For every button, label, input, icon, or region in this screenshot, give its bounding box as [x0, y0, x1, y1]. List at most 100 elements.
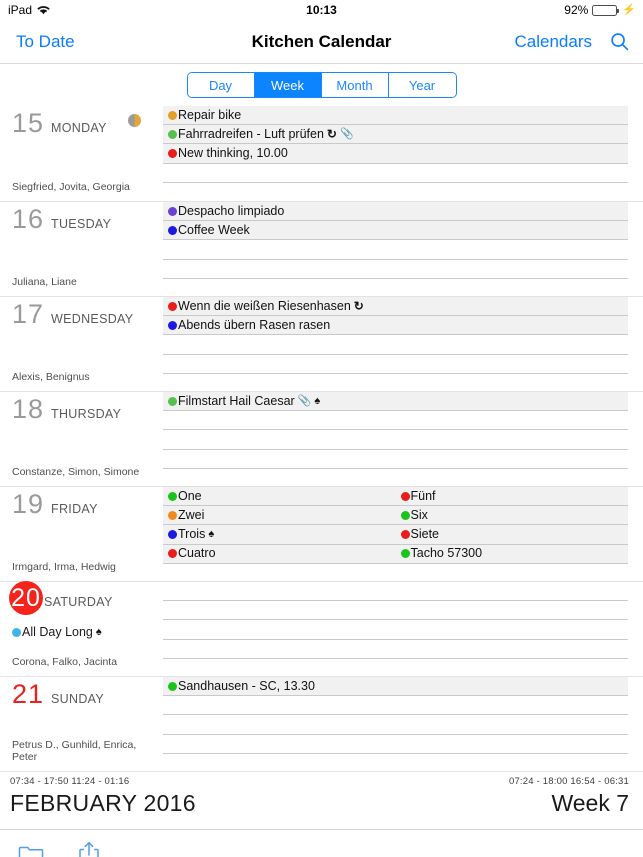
event-title: Repair bike [178, 107, 242, 122]
day-name: FRIDAY [51, 502, 98, 516]
event-row [163, 183, 628, 201]
event-cell [163, 659, 628, 677]
day-header-friday[interactable]: 19 FRIDAY Irmgard, Irma, Hedwig [0, 487, 163, 581]
folder-icon[interactable] [18, 840, 44, 857]
event-cell[interactable]: Despacho limpiado [163, 202, 628, 220]
day-header-saturday[interactable]: 20 SATURDAY All Day Long ♠ Corona, Falko, Ja… [0, 581, 163, 676]
day-header-monday[interactable]: 15 MONDAY Siegfried, Jovita, Georgia [0, 106, 163, 201]
event-cell [163, 450, 628, 468]
event-row[interactable]: Abends übern Rasen rasen [163, 316, 628, 336]
event-color-dot [168, 301, 177, 311]
event-color-dot [400, 510, 410, 520]
event-row[interactable]: Coffee Week [163, 221, 628, 241]
event-cell[interactable]: Filmstart Hail Caesar 📎 ♠ [163, 392, 628, 410]
all-day-event[interactable]: All Day Long ♠ [12, 626, 102, 639]
event-row [163, 240, 628, 260]
view-option-week[interactable]: Week [254, 73, 322, 97]
day-header-tuesday[interactable]: 16 TUESDAY Juliana, Liane [0, 202, 163, 296]
event-row [163, 564, 628, 582]
week-grid: 15 MONDAY Siegfried, Jovita, Georgia Repair… [0, 106, 643, 771]
event-row[interactable]: Zwei Six [163, 506, 629, 526]
view-option-year[interactable]: Year [388, 73, 456, 97]
event-title: Coffee Week [178, 223, 250, 238]
event-row[interactable]: Fahrradreifen - Luft prüfen ↻ 📎 [163, 125, 628, 145]
event-row[interactable]: Filmstart Hail Caesar 📎 ♠ [163, 392, 628, 412]
event-cell[interactable]: New thinking, 10.00 [163, 144, 628, 162]
battery-icon [592, 4, 620, 16]
day-events: Despacho limpiado Coffee Week [163, 202, 643, 296]
week-number-label: Week 7 [551, 790, 629, 816]
day-header-wednesday[interactable]: 17 WEDNESDAY Alexis, Benignus [0, 297, 163, 391]
event-cell[interactable]: Tacho 57300 [396, 545, 629, 563]
view-option-month[interactable]: Month [321, 73, 389, 97]
event-cell[interactable]: Cuatro [163, 545, 396, 563]
event-row [163, 754, 628, 772]
event-title: New thinking, 10.00 [178, 146, 288, 161]
day-number: 15 [12, 108, 45, 138]
search-icon[interactable] [610, 32, 629, 51]
event-cell[interactable]: Repair bike [163, 106, 628, 124]
event-cell[interactable]: Coffee Week [163, 221, 628, 239]
view-selector[interactable]: Day Week Month Year [186, 72, 457, 98]
footer: 07:34 - 17:50 11:24 - 01:16 07:24 - 18:0… [0, 771, 643, 829]
view-option-day[interactable]: Day [187, 73, 255, 97]
event-cell[interactable]: Siete [396, 525, 629, 543]
name-day-list: Siegfried, Jovita, Georgia [12, 181, 130, 193]
event-row[interactable]: One Fünf [163, 487, 629, 507]
day-events [163, 582, 643, 676]
day-name: SUNDAY [51, 692, 105, 706]
event-cell [163, 430, 628, 448]
name-day-list: Juliana, Liane [12, 276, 77, 288]
event-cell[interactable]: Wenn die weißen Riesenhasen ↻ [163, 297, 628, 315]
day-number: 19 [12, 489, 45, 519]
event-row [163, 164, 628, 183]
event-row [163, 735, 628, 754]
day-name: TUESDAY [51, 217, 112, 231]
event-row [163, 355, 628, 374]
share-export-icon[interactable] [76, 840, 102, 857]
day-events: One Fünf Zwei Six Trois ♠ Siete Cuatro Tacho 573… [163, 487, 643, 581]
event-cell[interactable]: Six [396, 506, 629, 524]
name-day-list: Corona, Falko, Jacinta [12, 656, 118, 668]
event-color-dot [12, 627, 21, 637]
name-day-list: Constanze, Simon, Simone [12, 466, 140, 478]
event-row[interactable]: Cuatro Tacho 57300 [163, 544, 629, 564]
sun-times-left: 07:34 - 17:50 11:24 - 01:16 [10, 776, 130, 787]
event-title: Fünf [410, 488, 436, 503]
event-cell[interactable]: Sandhausen - SC, 13.30 [163, 677, 628, 695]
event-row[interactable]: Repair bike [163, 106, 628, 126]
event-row[interactable]: Sandhausen - SC, 13.30 [163, 677, 628, 697]
event-cell[interactable]: Zwei [163, 506, 396, 524]
day-events: Sandhausen - SC, 13.30 [163, 677, 643, 771]
event-title: Abends übern Rasen rasen [178, 318, 331, 333]
event-color-dot [168, 510, 177, 520]
day-number: 21 [12, 679, 45, 709]
event-cell [163, 754, 628, 772]
event-row [163, 601, 628, 621]
day-header-sunday[interactable]: 21 SUNDAY Petrus D., Gunhild, Enrica, Pete… [0, 677, 163, 771]
event-row[interactable]: Despacho limpiado [163, 202, 628, 222]
event-color-dot [168, 110, 177, 120]
event-color-dot [168, 225, 177, 235]
calendars-button[interactable]: Calendars [515, 32, 593, 52]
status-bar-right: 92% ⚡ [564, 3, 636, 17]
event-color-dot [168, 206, 177, 216]
event-cell [163, 260, 628, 278]
event-cell[interactable]: Abends übern Rasen rasen [163, 316, 628, 334]
alarm-bell-icon: ♠ [314, 394, 321, 407]
attachment-icon: 📎 [297, 394, 312, 407]
event-cell[interactable]: Fünf [396, 487, 629, 505]
event-cell[interactable]: One [163, 487, 396, 505]
event-row [163, 620, 628, 640]
event-row[interactable]: Trois ♠ Siete [163, 525, 629, 545]
event-cell[interactable]: Trois ♠ [163, 525, 396, 543]
day-row: 19 FRIDAY Irmgard, Irma, Hedwig One Fünf Zwei… [0, 486, 643, 581]
day-events: Wenn die weißen Riesenhasen ↻ Abends übern… [163, 297, 643, 391]
event-cell[interactable]: Fahrradreifen - Luft prüfen ↻ 📎 [163, 125, 628, 143]
alarm-bell-icon: ♠ [95, 625, 102, 638]
day-header-thursday[interactable]: 18 THURSDAY Constanze, Simon, Simone [0, 392, 163, 486]
event-row[interactable]: New thinking, 10.00 [163, 144, 628, 164]
status-bar: iPad 10:13 92% ⚡ [0, 0, 643, 20]
event-row[interactable]: Wenn die weißen Riesenhasen ↻ [163, 297, 628, 317]
event-color-dot [400, 530, 410, 539]
